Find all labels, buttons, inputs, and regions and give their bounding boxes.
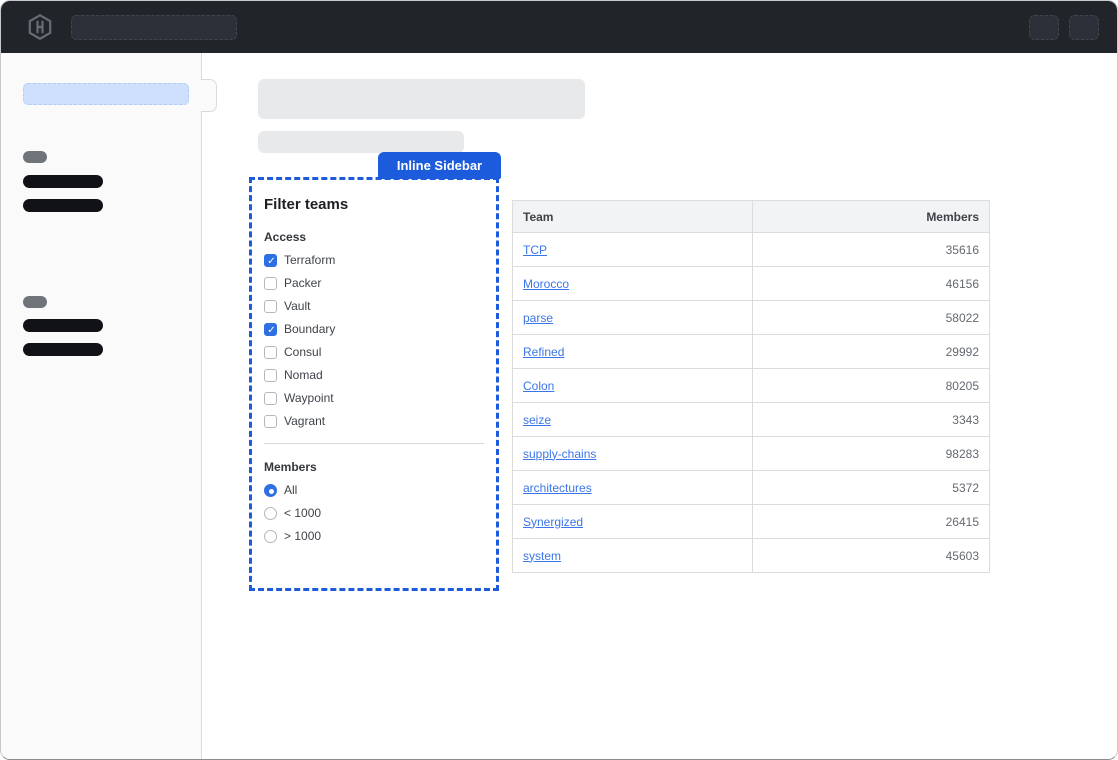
radio-row-gt-1000[interactable]: > 1000 (264, 529, 484, 543)
checkbox-icon[interactable] (264, 300, 277, 313)
members-count: 35616 (752, 233, 989, 267)
table-row: Refined 29992 (513, 335, 990, 369)
table-row: Synergized 26415 (513, 505, 990, 539)
checkbox-row-vault[interactable]: Vault (264, 299, 484, 313)
radio-label: All (284, 483, 297, 497)
team-link[interactable]: supply-chains (523, 447, 596, 461)
column-header-members: Members (752, 201, 989, 233)
topbar-action-placeholder-2 (1069, 15, 1099, 40)
team-link[interactable]: Colon (523, 379, 554, 393)
main-content: Inline Sidebar Filter teams Access Terra… (202, 53, 1117, 760)
sidebar-item-placeholder (23, 199, 103, 212)
table-row: seize 3343 (513, 403, 990, 437)
checkbox-label: Nomad (284, 368, 323, 382)
sidebar-toggle-handle[interactable] (201, 79, 217, 112)
teams-table: Team Members TCP 35616 Morocco 46156 par… (512, 200, 990, 573)
topbar-actions (1029, 15, 1099, 40)
checkbox-row-waypoint[interactable]: Waypoint (264, 391, 484, 405)
members-count: 5372 (752, 471, 989, 505)
app-body: Inline Sidebar Filter teams Access Terra… (1, 53, 1117, 760)
table-row: supply-chains 98283 (513, 437, 990, 471)
sidebar-item-placeholder (23, 343, 103, 356)
members-count: 45603 (752, 539, 989, 573)
table-row: architectures 5372 (513, 471, 990, 505)
table-row: Morocco 46156 (513, 267, 990, 301)
team-link[interactable]: system (523, 549, 561, 563)
table-row: TCP 35616 (513, 233, 990, 267)
team-link[interactable]: Synergized (523, 515, 583, 529)
checkbox-icon[interactable] (264, 323, 277, 336)
checkbox-label: Vault (284, 299, 310, 313)
radio-label: < 1000 (284, 506, 321, 520)
team-link[interactable]: architectures (523, 481, 592, 495)
members-count: 46156 (752, 267, 989, 301)
members-section-label: Members (264, 460, 484, 474)
members-count: 98283 (752, 437, 989, 471)
members-count: 58022 (752, 301, 989, 335)
annotation-badge: Inline Sidebar (378, 152, 501, 179)
checkbox-row-vagrant[interactable]: Vagrant (264, 414, 484, 428)
app-window: Inline Sidebar Filter teams Access Terra… (0, 0, 1118, 760)
hashicorp-logo-icon (27, 14, 53, 40)
checkbox-icon[interactable] (264, 369, 277, 382)
checkbox-icon[interactable] (264, 254, 277, 267)
topbar-action-placeholder-1 (1029, 15, 1059, 40)
access-section-label: Access (264, 230, 484, 244)
access-checkbox-list: Terraform Packer Vault Boundary (264, 253, 484, 428)
checkbox-row-boundary[interactable]: Boundary (264, 322, 484, 336)
checkbox-icon[interactable] (264, 415, 277, 428)
checkbox-label: Consul (284, 345, 321, 359)
radio-icon[interactable] (264, 507, 277, 520)
checkbox-row-packer[interactable]: Packer (264, 276, 484, 290)
radio-icon[interactable] (264, 530, 277, 543)
members-count: 80205 (752, 369, 989, 403)
checkbox-row-terraform[interactable]: Terraform (264, 253, 484, 267)
checkbox-icon[interactable] (264, 346, 277, 359)
table-row: system 45603 (513, 539, 990, 573)
page-title-placeholder (258, 79, 585, 119)
checkbox-label: Vagrant (284, 414, 325, 428)
sidebar-section-label-placeholder (23, 296, 47, 308)
team-link[interactable]: Morocco (523, 277, 569, 291)
inline-sidebar-filter-panel: Filter teams Access Terraform Packer Vau… (249, 177, 499, 591)
members-count: 3343 (752, 403, 989, 437)
members-radio-list: All < 1000 > 1000 (264, 483, 484, 543)
annotation-badge-label: Inline Sidebar (397, 158, 482, 173)
table-row: Colon 80205 (513, 369, 990, 403)
filter-panel-divider (264, 443, 484, 444)
team-link[interactable]: Refined (523, 345, 564, 359)
table-row: parse 58022 (513, 301, 990, 335)
checkbox-label: Waypoint (284, 391, 334, 405)
page-subtitle-placeholder (258, 131, 464, 153)
sidebar-item-placeholder (23, 319, 103, 332)
radio-row-all[interactable]: All (264, 483, 484, 497)
checkbox-row-consul[interactable]: Consul (264, 345, 484, 359)
members-count: 26415 (752, 505, 989, 539)
sidebar-section-label-placeholder (23, 151, 47, 163)
checkbox-icon[interactable] (264, 277, 277, 290)
members-count: 29992 (752, 335, 989, 369)
radio-icon[interactable] (264, 484, 277, 497)
team-link[interactable]: parse (523, 311, 553, 325)
sidebar-item-placeholder (23, 175, 103, 188)
checkbox-label: Boundary (284, 322, 335, 336)
table-header-row: Team Members (513, 201, 990, 233)
sidebar-active-item-placeholder (23, 83, 189, 105)
radio-label: > 1000 (284, 529, 321, 543)
checkbox-row-nomad[interactable]: Nomad (264, 368, 484, 382)
filter-panel-title: Filter teams (264, 196, 484, 214)
team-link[interactable]: TCP (523, 243, 547, 257)
sidebar (1, 53, 202, 760)
column-header-team: Team (513, 201, 753, 233)
nav-title-placeholder (71, 15, 237, 40)
checkbox-icon[interactable] (264, 392, 277, 405)
radio-row-lt-1000[interactable]: < 1000 (264, 506, 484, 520)
checkbox-label: Packer (284, 276, 321, 290)
checkbox-label: Terraform (284, 253, 335, 267)
topbar (1, 1, 1117, 53)
team-link[interactable]: seize (523, 413, 551, 427)
